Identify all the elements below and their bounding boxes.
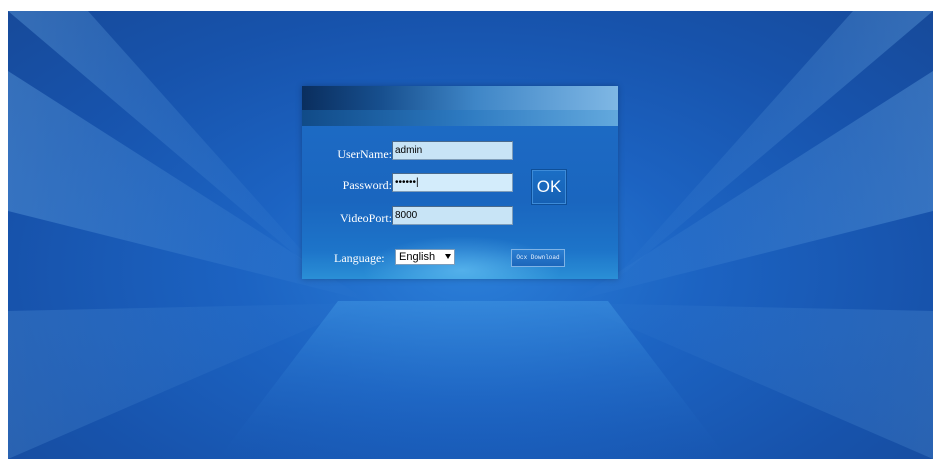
videoport-label: VideoPort: xyxy=(340,211,392,225)
language-label: Language: xyxy=(334,251,385,265)
username-label: UserName: xyxy=(337,147,392,161)
username-field[interactable]: admin xyxy=(392,141,513,160)
ocx-download-button[interactable]: Ocx Download xyxy=(511,249,565,267)
language-select[interactable]: English xyxy=(395,249,455,265)
ok-button[interactable]: OK xyxy=(531,169,567,205)
password-field[interactable]: ••••••| xyxy=(392,173,513,192)
login-page-background: UserName: admin Password: ••••••| VideoP… xyxy=(8,11,933,459)
panel-header-band xyxy=(302,110,618,126)
login-panel: UserName: admin Password: ••••••| VideoP… xyxy=(302,86,618,279)
password-label: Password: xyxy=(342,178,392,192)
language-selected-value: English xyxy=(399,251,436,263)
videoport-field[interactable]: 8000 xyxy=(392,206,513,225)
chevron-down-icon xyxy=(445,254,451,259)
